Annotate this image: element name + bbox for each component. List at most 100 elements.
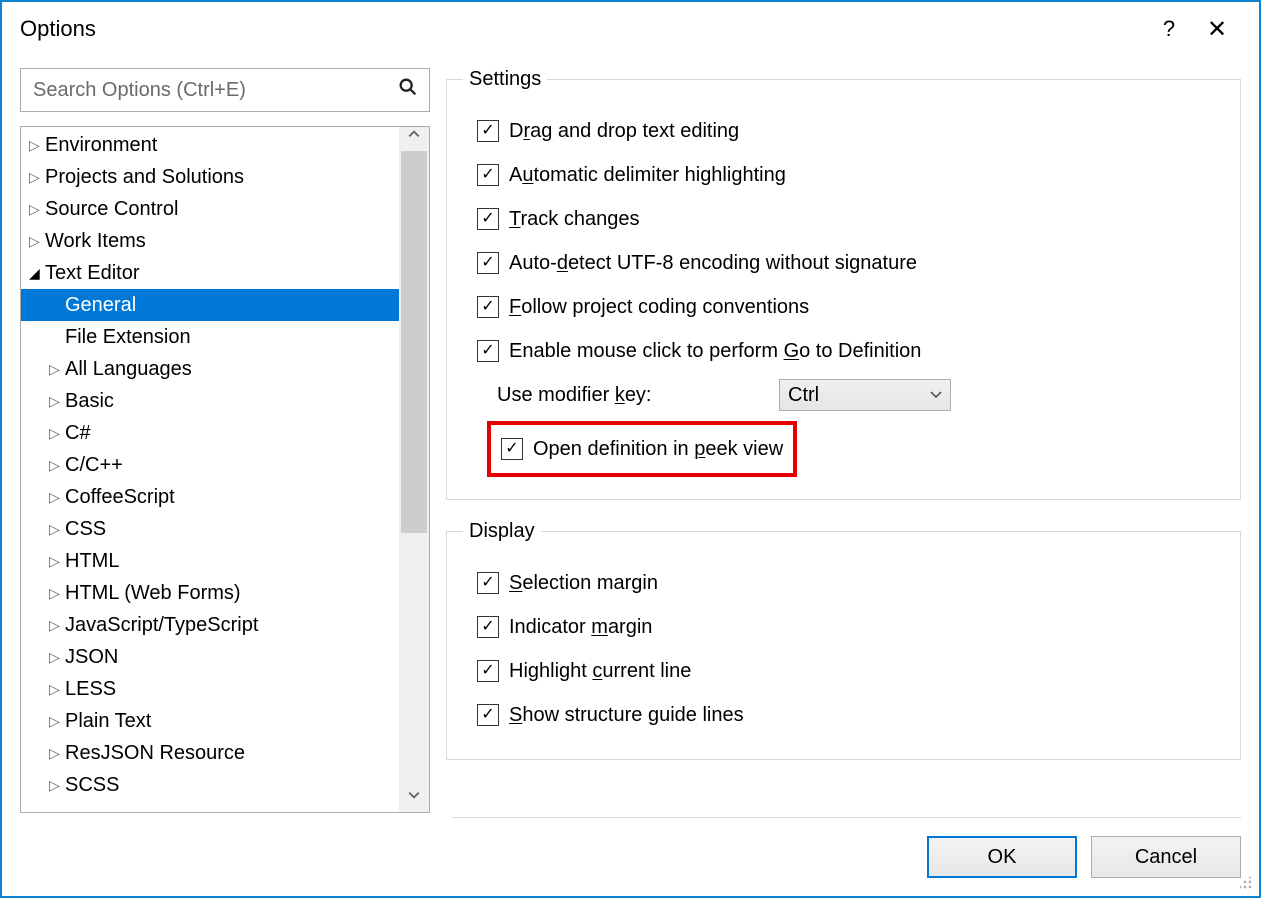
chevron-down-icon[interactable]: ◢ bbox=[29, 265, 45, 282]
settings-legend: Settings bbox=[463, 68, 547, 91]
tree-item[interactable]: ▷Source Control bbox=[21, 193, 399, 225]
tree-item[interactable]: ▷SCSS bbox=[21, 769, 399, 801]
chevron-right-icon[interactable]: ▷ bbox=[49, 361, 65, 378]
checkbox-selection-margin[interactable]: Selection margin bbox=[463, 561, 1224, 605]
tree-item[interactable]: ▷HTML (Web Forms) bbox=[21, 577, 399, 609]
settings-group: Settings Drag and drop text editing Auto… bbox=[446, 68, 1241, 500]
checkbox-structure-guides[interactable]: Show structure guide lines bbox=[463, 693, 1224, 737]
search-input-container[interactable] bbox=[20, 68, 430, 112]
search-input[interactable] bbox=[31, 78, 397, 103]
tree-item[interactable]: ▷C/C++ bbox=[21, 449, 399, 481]
tree-item-label: JavaScript/TypeScript bbox=[65, 614, 258, 637]
scroll-up-icon[interactable] bbox=[399, 127, 429, 151]
chevron-right-icon[interactable]: ▷ bbox=[49, 553, 65, 570]
tree-item-label: Text Editor bbox=[45, 262, 139, 285]
checkbox-label: Auto-detect UTF-8 encoding without signa… bbox=[509, 252, 917, 275]
tree-item[interactable]: General bbox=[21, 289, 399, 321]
tree-item-label: C# bbox=[65, 422, 91, 445]
checkbox-icon[interactable] bbox=[477, 208, 499, 230]
tree-item-label: All Languages bbox=[65, 358, 192, 381]
tree-item-label: Source Control bbox=[45, 198, 178, 221]
tree-item[interactable]: ▷CSS bbox=[21, 513, 399, 545]
scroll-down-icon[interactable] bbox=[399, 788, 429, 812]
checkbox-icon[interactable] bbox=[477, 164, 499, 186]
chevron-right-icon[interactable]: ▷ bbox=[49, 617, 65, 634]
checkbox-autodetect-utf8[interactable]: Auto-detect UTF-8 encoding without signa… bbox=[463, 241, 1224, 285]
checkbox-peek-view-highlight: Open definition in peek view bbox=[487, 421, 797, 477]
tree-item[interactable]: ▷All Languages bbox=[21, 353, 399, 385]
close-icon[interactable]: ✕ bbox=[1193, 15, 1241, 44]
chevron-right-icon[interactable]: ▷ bbox=[29, 137, 45, 154]
checkbox-indicator-margin[interactable]: Indicator margin bbox=[463, 605, 1224, 649]
tree-item-label: Plain Text bbox=[65, 710, 151, 733]
tree-item[interactable]: ▷Environment bbox=[21, 129, 399, 161]
tree-item[interactable]: ▷JSON bbox=[21, 641, 399, 673]
checkbox-icon[interactable] bbox=[477, 704, 499, 726]
checkbox-icon[interactable] bbox=[477, 616, 499, 638]
chevron-right-icon[interactable]: ▷ bbox=[49, 489, 65, 506]
tree-item-label: JSON bbox=[65, 646, 118, 669]
tree-item[interactable]: ▷HTML bbox=[21, 545, 399, 577]
checkbox-label: Show structure guide lines bbox=[509, 704, 744, 727]
search-icon[interactable] bbox=[397, 76, 419, 104]
checkbox-follow-conventions[interactable]: Follow project coding conventions bbox=[463, 285, 1224, 329]
ok-button[interactable]: OK bbox=[927, 836, 1077, 878]
checkbox-drag-drop[interactable]: Drag and drop text editing bbox=[463, 109, 1224, 153]
chevron-right-icon[interactable]: ▷ bbox=[29, 233, 45, 250]
chevron-right-icon[interactable]: ▷ bbox=[29, 169, 45, 186]
chevron-right-icon[interactable]: ▷ bbox=[29, 201, 45, 218]
scroll-track[interactable] bbox=[399, 151, 429, 788]
tree-item-label: Projects and Solutions bbox=[45, 166, 244, 189]
checkbox-label: Open definition in peek view bbox=[533, 438, 783, 461]
cancel-button[interactable]: Cancel bbox=[1091, 836, 1241, 878]
checkbox-icon[interactable] bbox=[477, 252, 499, 274]
chevron-right-icon[interactable]: ▷ bbox=[49, 457, 65, 474]
checkbox-icon[interactable] bbox=[477, 572, 499, 594]
tree-item[interactable]: ▷ResJSON Resource bbox=[21, 737, 399, 769]
tree-item[interactable]: ◢Text Editor bbox=[21, 257, 399, 289]
chevron-right-icon[interactable]: ▷ bbox=[49, 425, 65, 442]
tree-item-label: Work Items bbox=[45, 230, 146, 253]
chevron-right-icon[interactable]: ▷ bbox=[49, 521, 65, 538]
checkbox-icon[interactable] bbox=[501, 438, 523, 460]
checkbox-icon[interactable] bbox=[477, 296, 499, 318]
modifier-key-select[interactable]: Ctrl bbox=[779, 379, 951, 411]
checkbox-track-changes[interactable]: Track changes bbox=[463, 197, 1224, 241]
tree-item-label: LESS bbox=[65, 678, 116, 701]
checkbox-auto-delimiter[interactable]: Automatic delimiter highlighting bbox=[463, 153, 1224, 197]
chevron-right-icon[interactable]: ▷ bbox=[49, 713, 65, 730]
tree-item[interactable]: ▷Work Items bbox=[21, 225, 399, 257]
chevron-right-icon[interactable]: ▷ bbox=[49, 393, 65, 410]
chevron-right-icon[interactable]: ▷ bbox=[49, 649, 65, 666]
tree-item[interactable]: ▷Basic bbox=[21, 385, 399, 417]
chevron-right-icon[interactable]: ▷ bbox=[49, 585, 65, 602]
chevron-right-icon[interactable]: ▷ bbox=[49, 681, 65, 698]
checkbox-icon[interactable] bbox=[477, 340, 499, 362]
tree-item[interactable]: ▷Plain Text bbox=[21, 705, 399, 737]
scroll-thumb[interactable] bbox=[401, 151, 427, 533]
tree-item-label: HTML (Web Forms) bbox=[65, 582, 241, 605]
chevron-right-icon[interactable]: ▷ bbox=[49, 745, 65, 762]
tree-item[interactable]: ▷Projects and Solutions bbox=[21, 161, 399, 193]
help-icon[interactable]: ? bbox=[1145, 16, 1193, 42]
checkbox-icon[interactable] bbox=[477, 120, 499, 142]
chevron-right-icon[interactable]: ▷ bbox=[49, 777, 65, 794]
checkbox-label: Highlight current line bbox=[509, 660, 691, 683]
dialog-footer: OK Cancel bbox=[452, 817, 1241, 896]
checkbox-label: Enable mouse click to perform Go to Defi… bbox=[509, 340, 921, 363]
display-legend: Display bbox=[463, 520, 541, 543]
display-group: Display Selection margin Indicator margi… bbox=[446, 520, 1241, 760]
checkbox-goto-definition[interactable]: Enable mouse click to perform Go to Defi… bbox=[463, 329, 1224, 373]
tree-item[interactable]: ▷LESS bbox=[21, 673, 399, 705]
category-tree: ▷Environment▷Projects and Solutions▷Sour… bbox=[21, 127, 399, 812]
resize-grip-icon[interactable] bbox=[1240, 877, 1254, 891]
chevron-down-icon bbox=[930, 388, 942, 402]
tree-scrollbar[interactable] bbox=[399, 127, 429, 812]
checkbox-icon[interactable] bbox=[477, 660, 499, 682]
tree-item[interactable]: File Extension bbox=[21, 321, 399, 353]
tree-item-label: Environment bbox=[45, 134, 157, 157]
tree-item[interactable]: ▷C# bbox=[21, 417, 399, 449]
tree-item[interactable]: ▷JavaScript/TypeScript bbox=[21, 609, 399, 641]
checkbox-highlight-current-line[interactable]: Highlight current line bbox=[463, 649, 1224, 693]
tree-item[interactable]: ▷CoffeeScript bbox=[21, 481, 399, 513]
